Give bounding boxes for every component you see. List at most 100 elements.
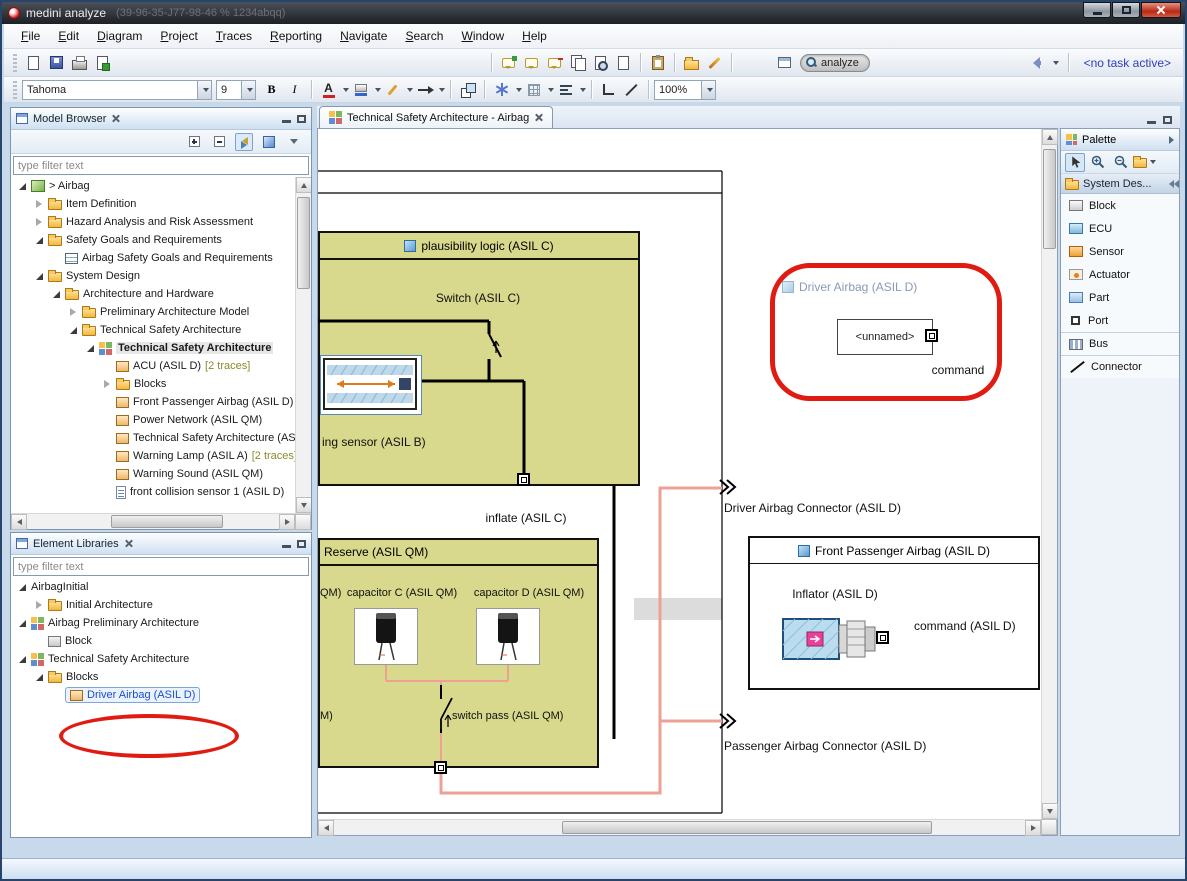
palette-item-bus[interactable]: Bus — [1061, 332, 1179, 355]
new-button[interactable] — [22, 52, 45, 74]
copy-button[interactable] — [566, 52, 589, 74]
tree-item-hazard-analysis[interactable]: Hazard Analysis and Risk Assessment — [11, 213, 311, 231]
analyze-perspective-button[interactable]: analyze — [800, 54, 870, 72]
note-tool[interactable] — [1134, 153, 1154, 172]
minimize-view-icon[interactable] — [282, 545, 291, 548]
menu-diagram[interactable]: Diagram — [88, 26, 151, 46]
command-port[interactable] — [925, 329, 938, 342]
zoom-select[interactable]: 100% — [654, 80, 716, 100]
maximize-view-icon[interactable] — [297, 115, 306, 123]
tree-item-blocks[interactable]: Blocks — [11, 375, 311, 393]
tree-item-preliminary-architecture[interactable]: Preliminary Architecture Model — [11, 303, 311, 321]
tree-item-block[interactable]: Block — [11, 632, 311, 650]
minimize-editor-icon[interactable] — [1147, 121, 1156, 124]
font-size-select[interactable]: 9 — [216, 80, 256, 100]
open-library-button[interactable] — [680, 52, 703, 74]
tree-item-safety-goals[interactable]: Safety Goals and Requirements — [11, 231, 311, 249]
orthogonal-router-button[interactable] — [597, 79, 620, 101]
expand-arrow-icon[interactable] — [53, 291, 60, 298]
tree-item-front-passenger-airbag[interactable]: Front Passenger Airbag (ASIL D) — [11, 393, 311, 411]
collapse-arrow-icon[interactable] — [36, 200, 42, 208]
menu-reporting[interactable]: Reporting — [261, 26, 331, 46]
align-button[interactable] — [554, 79, 577, 101]
tree-item-acu[interactable]: ACU (ASIL D) [2 traces] — [11, 357, 311, 375]
line-color-button[interactable] — [381, 79, 404, 101]
palette-item-sensor[interactable]: Sensor — [1061, 240, 1179, 263]
close-tab-icon[interactable] — [534, 113, 543, 122]
expand-arrow-icon[interactable] — [87, 345, 94, 352]
tree-item-technical-safety-block[interactable]: Technical Safety Architecture (ASIL D) — [11, 429, 311, 447]
close-view-icon[interactable] — [111, 114, 120, 123]
menu-window[interactable]: Window — [452, 26, 513, 46]
expand-arrow-icon[interactable] — [36, 674, 43, 681]
group-button[interactable] — [456, 79, 479, 101]
comment-button[interactable] — [520, 52, 543, 74]
palette-item-part[interactable]: Part — [1061, 286, 1179, 309]
maximize-editor-icon[interactable] — [1163, 116, 1172, 124]
font-color-button[interactable]: A — [317, 79, 340, 101]
paste-button[interactable] — [646, 52, 669, 74]
tab-technical-safety-architecture[interactable]: Technical Safety Architecture - Airbag — [319, 106, 553, 128]
scroll-down-button[interactable] — [296, 497, 311, 513]
element-libraries-filter-input[interactable] — [13, 557, 309, 576]
back-navigation-button[interactable] — [1023, 52, 1046, 74]
tree-item-driver-airbag[interactable]: Driver Airbag (ASIL D) — [11, 686, 311, 704]
arrow-style-dropdown-icon[interactable] — [439, 88, 445, 92]
tree-item-warning-lamp[interactable]: Warning Lamp (ASIL A) [2 traces] — [11, 447, 311, 465]
back-history-dropdown-icon[interactable] — [1053, 61, 1059, 65]
maximize-window-button[interactable] — [1112, 2, 1140, 18]
italic-button[interactable]: I — [283, 79, 306, 101]
diagram-canvas[interactable]: plausibility logic (ASIL C) Switch (ASIL… — [318, 129, 1041, 819]
tree-item-technical-safety-folder[interactable]: Technical Safety Architecture — [11, 321, 311, 339]
capacitor-c-image[interactable] — [354, 608, 418, 668]
close-window-button[interactable] — [1141, 2, 1181, 18]
pin-palette-icon[interactable] — [1165, 180, 1175, 188]
tree-item-architecture-hardware[interactable]: Architecture and Hardware — [11, 285, 311, 303]
select-tool[interactable] — [1065, 153, 1085, 172]
collapse-arrow-icon[interactable] — [36, 601, 42, 609]
arrow-style-button[interactable] — [413, 79, 436, 101]
zoom-in-tool[interactable] — [1088, 153, 1108, 172]
menu-project[interactable]: Project — [151, 26, 206, 46]
tree-item-initial-architecture[interactable]: Initial Architecture — [11, 596, 311, 614]
tree-item-blocks-lib[interactable]: Blocks — [11, 668, 311, 686]
palette-section-system-design[interactable]: System Des... — [1061, 174, 1179, 194]
menu-traces[interactable]: Traces — [207, 26, 261, 46]
tree-item-warning-sound[interactable]: Warning Sound (ASIL QM) — [11, 465, 311, 483]
expand-arrow-icon[interactable] — [19, 656, 26, 663]
export-report-button[interactable] — [91, 52, 114, 74]
scroll-left-button[interactable] — [11, 514, 27, 530]
scroll-thumb[interactable] — [297, 197, 310, 289]
expand-arrow-icon[interactable] — [19, 584, 26, 591]
menu-help[interactable]: Help — [513, 26, 556, 46]
tree-item-airbaginitial[interactable]: AirbagInitial — [11, 578, 311, 596]
unnamed-part[interactable]: <unnamed> — [837, 319, 933, 355]
task-status-label[interactable]: <no task active> — [1084, 56, 1171, 70]
menu-navigate[interactable]: Navigate — [331, 26, 396, 46]
align-dropdown-icon[interactable] — [580, 88, 586, 92]
close-view-icon[interactable] — [124, 539, 133, 548]
tree-item-system-design[interactable]: System Design — [11, 267, 311, 285]
grid-button[interactable] — [522, 79, 545, 101]
sort-button[interactable] — [260, 133, 278, 151]
save-button[interactable] — [45, 52, 68, 74]
palette-item-ecu[interactable]: ECU — [1061, 217, 1179, 240]
model-browser-horizontal-scrollbar[interactable] — [11, 513, 311, 529]
tree-item-technical-safety-architecture-lib[interactable]: Technical Safety Architecture — [11, 650, 311, 668]
collapse-palette-icon[interactable] — [1169, 136, 1174, 144]
task-context-button[interactable] — [773, 52, 796, 74]
collision-sensor-image[interactable] — [320, 355, 422, 415]
inflator-image[interactable] — [781, 613, 881, 668]
font-family-dropdown[interactable] — [197, 81, 211, 99]
capacitor-d-image[interactable] — [476, 608, 540, 668]
document-button[interactable] — [612, 52, 635, 74]
zoom-dropdown[interactable] — [701, 81, 715, 99]
palette-item-connector[interactable]: Connector — [1061, 355, 1179, 378]
scroll-thumb[interactable] — [562, 821, 932, 834]
collapse-arrow-icon[interactable] — [104, 380, 110, 388]
collapse-arrow-icon[interactable] — [70, 308, 76, 316]
minimize-view-icon[interactable] — [282, 120, 291, 123]
palette-item-block[interactable]: Block — [1061, 194, 1179, 217]
scroll-right-button[interactable] — [1025, 820, 1041, 836]
bold-button[interactable]: B — [260, 79, 283, 101]
